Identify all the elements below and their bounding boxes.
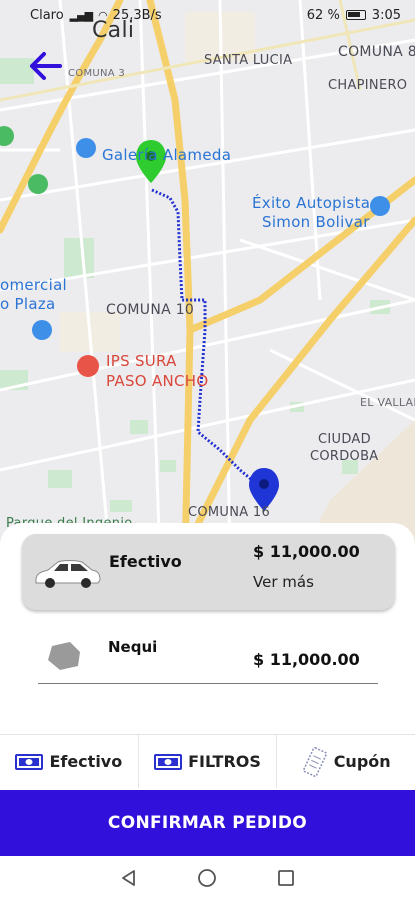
map-label-ciudad-1: CIUDAD [318,432,371,447]
map-label-comuna-8: COMUNA 8 [338,44,415,60]
signal-icon: ▂▄▆ [69,8,93,22]
map-label-exito-1: Éxito Autopista [252,194,371,212]
payment-option-nequi[interactable]: Nequi $ 11,000.00 [38,628,378,684]
tab-cupon[interactable]: Cupón [277,735,415,788]
map-label-el-vallado: EL VALLADO [360,396,415,409]
tab-filtros[interactable]: FILTROS [139,735,278,788]
map-label-exito-2: Simon Bolivar [262,213,370,231]
map-label-ips-2: PASO ANCHO [106,372,209,390]
option-name: Efectivo [109,552,182,571]
car-icon [35,560,101,588]
ver-mas-link[interactable]: Ver más [253,573,314,591]
tab-label: FILTROS [188,752,261,771]
map-label-comuna-3: COMUNA 3 [68,68,126,79]
option-price: $ 11,000.00 [253,650,360,669]
confirm-order-button[interactable]: CONFIRMAR PEDIDO [0,790,415,856]
clock: 3:05 [371,7,401,23]
map-label-comercial-1: omercial [0,276,68,294]
system-nav-bar [0,856,415,900]
circle-home-icon [198,869,217,887]
battery-icon [345,10,366,20]
map-label-ciudad-2: CORDOBA [310,449,379,464]
map-view[interactable]: Cali COMUNA 3 SANTA LUCIA COMUNA 8 CHAPI… [0,0,415,560]
square-recents-icon [277,870,294,886]
map-label-comuna-16: COMUNA 16 [188,505,271,520]
network-speed: 25,3B/s [112,7,162,23]
triangle-back-icon [122,870,136,886]
nav-back-button[interactable] [117,866,141,890]
map-label-ips-1: IPS SURA [106,352,177,370]
coupon-icon [302,746,327,777]
tab-label: Efectivo [49,752,123,771]
option-name: Nequi [108,638,158,656]
map-label-galeria: Galería Alameda [102,146,232,164]
wifi-icon: ◠ [98,8,108,22]
battery-percent: 62 % [306,7,340,23]
map-label-comercial-2: o Plaza [0,295,56,313]
map-label-santa-lucia: SANTA LUCIA [204,53,293,68]
payment-option-efectivo[interactable]: Efectivo $ 11,000.00 Ver más [22,534,395,610]
cash-icon [154,753,183,770]
option-price: $ 11,000.00 [253,542,360,561]
nequi-icon [48,642,80,670]
status-bar: Claro ▂▄▆ ◠ 25,3B/s 62 % 3:05 [0,0,415,30]
nav-recents-button[interactable] [274,866,298,890]
arrow-left-icon [30,52,62,80]
map-label-chapinero: CHAPINERO [328,78,408,93]
status-right: 62 % 3:05 [307,8,401,23]
tab-efectivo[interactable]: Efectivo [0,735,139,788]
status-left: Claro ▂▄▆ ◠ 25,3B/s [30,8,162,23]
tab-label: Cupón [333,752,391,771]
back-button[interactable] [26,48,66,84]
cash-icon [15,753,44,770]
nav-home-button[interactable] [195,866,219,890]
bottom-tab-bar: Efectivo FILTROS Cupón [0,734,415,788]
map-label-comuna-10: COMUNA 10 [106,302,195,318]
carrier-label: Claro [30,7,64,23]
